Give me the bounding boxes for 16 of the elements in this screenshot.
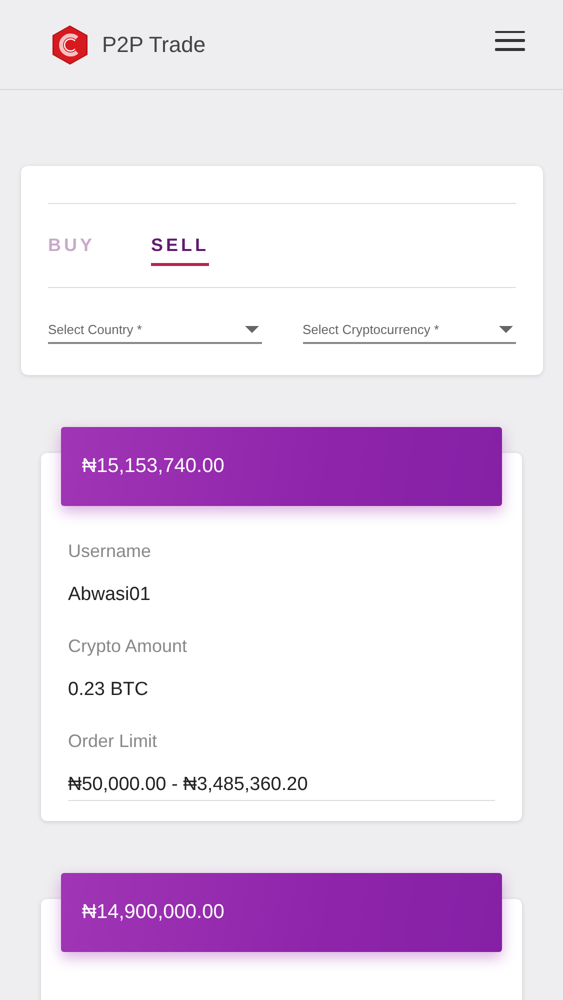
dropdown-caret-icon — [244, 326, 258, 334]
app-title: P2P Trade — [102, 32, 207, 58]
field-value: 0.23 BTC — [68, 679, 150, 701]
dropdown-caret-icon — [499, 326, 513, 334]
price-banner: ₦14,900,000.00 — [61, 873, 502, 952]
menu-button[interactable] — [495, 30, 525, 50]
field-value: Abwasi01 — [68, 584, 152, 606]
field-value: ₦50,000.00 - ₦3,485,360.20 — [68, 774, 495, 801]
field-label: Crypto Amount — [68, 636, 188, 657]
logo-icon — [50, 24, 90, 64]
tab[interactable]: SELL — [151, 204, 210, 266]
dropdown-field[interactable]: Select Cryptocurrency * — [302, 322, 516, 344]
field-label: Order Limit — [68, 731, 158, 752]
field-label: Username — [68, 541, 152, 562]
price-banner: ₦15,153,740.00 — [61, 427, 502, 506]
dropdown-field[interactable]: Select Country * — [48, 322, 262, 344]
